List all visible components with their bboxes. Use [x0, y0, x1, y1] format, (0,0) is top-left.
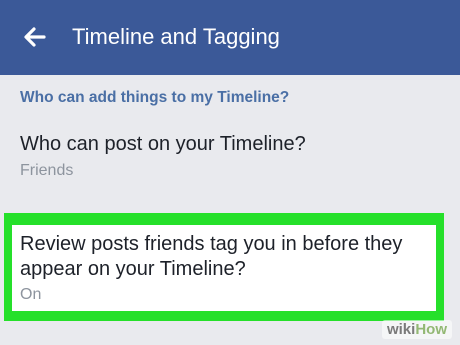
section-heading: Who can add things to my Timeline? [20, 89, 290, 106]
setting-who-can-post[interactable]: Who can post on your Timeline? Friends [0, 132, 460, 202]
back-arrow-icon [24, 27, 46, 47]
setting-title: Review posts friends tag you in before t… [20, 233, 403, 280]
watermark-wiki: wiki [386, 321, 416, 338]
wikihow-watermark: wikiHow [381, 320, 452, 339]
back-button[interactable] [22, 24, 48, 50]
app-header: Timeline and Tagging [0, 0, 460, 75]
page-title: Timeline and Tagging [72, 24, 280, 49]
watermark-how: How [415, 321, 447, 338]
setting-title: Who can post on your Timeline? [20, 133, 306, 155]
setting-review-tagged-posts[interactable]: Review posts friends tag you in before t… [12, 225, 436, 311]
setting-value: Friends [20, 162, 74, 179]
setting-value: On [20, 286, 42, 303]
